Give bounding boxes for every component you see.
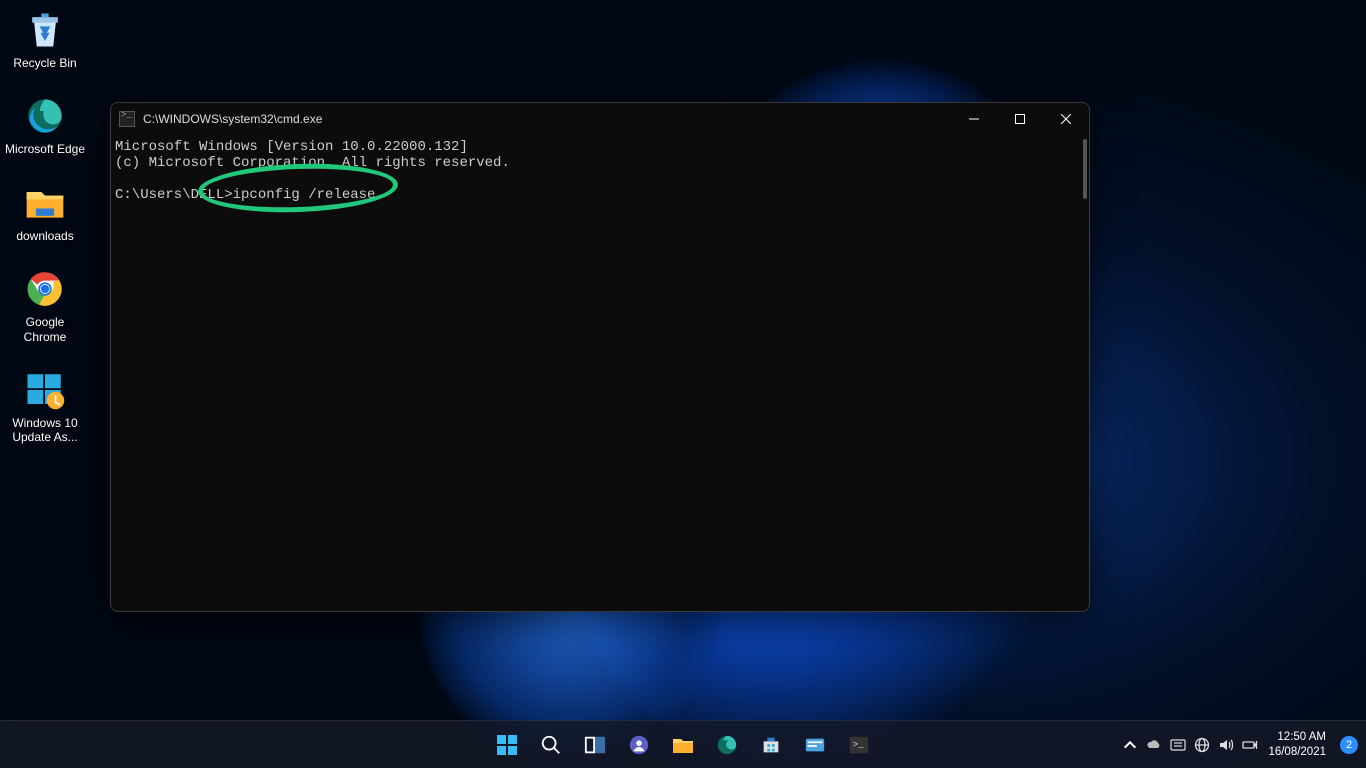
desktop-icon-chrome[interactable]: Google Chrome [4, 265, 86, 344]
chrome-icon [21, 265, 69, 313]
tray-overflow-icon[interactable] [1122, 737, 1138, 753]
cmd-output-line: Microsoft Windows [Version 10.0.22000.13… [115, 139, 468, 155]
clock-time: 12:50 AM [1268, 730, 1326, 744]
folder-icon [21, 179, 69, 227]
desktop-icon-recycle-bin[interactable]: Recycle Bin [4, 6, 86, 70]
notification-badge[interactable]: 2 [1340, 736, 1358, 754]
windows-update-icon [21, 366, 69, 414]
taskbar-clock[interactable]: 12:50 AM 16/08/2021 [1268, 730, 1326, 759]
chat-button[interactable] [619, 725, 659, 765]
cmd-command: ipconfig /release [233, 187, 376, 203]
desktop-icon-label: Microsoft Edge [5, 142, 85, 156]
cmd-title: C:\WINDOWS\system32\cmd.exe [143, 112, 322, 126]
clock-date: 16/08/2021 [1268, 745, 1326, 759]
desktop-icon-downloads[interactable]: downloads [4, 179, 86, 243]
search-button[interactable] [531, 725, 571, 765]
desktop-icon-label: Windows 10 Update As... [4, 416, 86, 445]
cmd-prompt: C:\Users\DELL> [115, 187, 233, 203]
taskbar: >_ 12:50 AM 16/08/2021 2 [0, 720, 1366, 768]
recycle-bin-icon [21, 6, 69, 54]
store-button[interactable] [751, 725, 791, 765]
maximize-button[interactable] [997, 103, 1043, 135]
cmd-output-line: (c) Microsoft Corporation. All rights re… [115, 155, 510, 171]
desktop-icon-label: downloads [16, 229, 73, 243]
edge-button[interactable] [707, 725, 747, 765]
cmd-terminal[interactable]: Microsoft Windows [Version 10.0.22000.13… [111, 135, 1089, 611]
system-tray: 12:50 AM 16/08/2021 2 [1122, 721, 1358, 768]
desktop-icon-edge[interactable]: Microsoft Edge [4, 92, 86, 156]
desktop-icon-label: Google Chrome [4, 315, 86, 344]
cmd-titlebar[interactable]: C:\WINDOWS\system32\cmd.exe [111, 103, 1089, 135]
desktop-icon-label: Recycle Bin [13, 56, 76, 70]
task-view-button[interactable] [575, 725, 615, 765]
network-icon[interactable] [1194, 737, 1210, 753]
taskbar-center: >_ [487, 725, 879, 765]
edge-icon [21, 92, 69, 140]
desktop-icons: Recycle Bin Microsoft Edge downloads Goo… [4, 6, 94, 467]
svg-text:>_: >_ [853, 738, 864, 749]
power-icon[interactable] [1242, 737, 1258, 753]
input-indicator-icon[interactable] [1170, 737, 1186, 753]
volume-icon[interactable] [1218, 737, 1234, 753]
onedrive-icon[interactable] [1146, 737, 1162, 753]
terminal-scrollbar[interactable] [1083, 139, 1087, 199]
cmd-window[interactable]: C:\WINDOWS\system32\cmd.exe Microsoft Wi… [110, 102, 1090, 612]
minimize-button[interactable] [951, 103, 997, 135]
close-button[interactable] [1043, 103, 1089, 135]
start-button[interactable] [487, 725, 527, 765]
mail-button[interactable] [795, 725, 835, 765]
cmd-icon [119, 111, 135, 127]
desktop-icon-win10-update[interactable]: Windows 10 Update As... [4, 366, 86, 445]
file-explorer-button[interactable] [663, 725, 703, 765]
terminal-button[interactable]: >_ [839, 725, 879, 765]
